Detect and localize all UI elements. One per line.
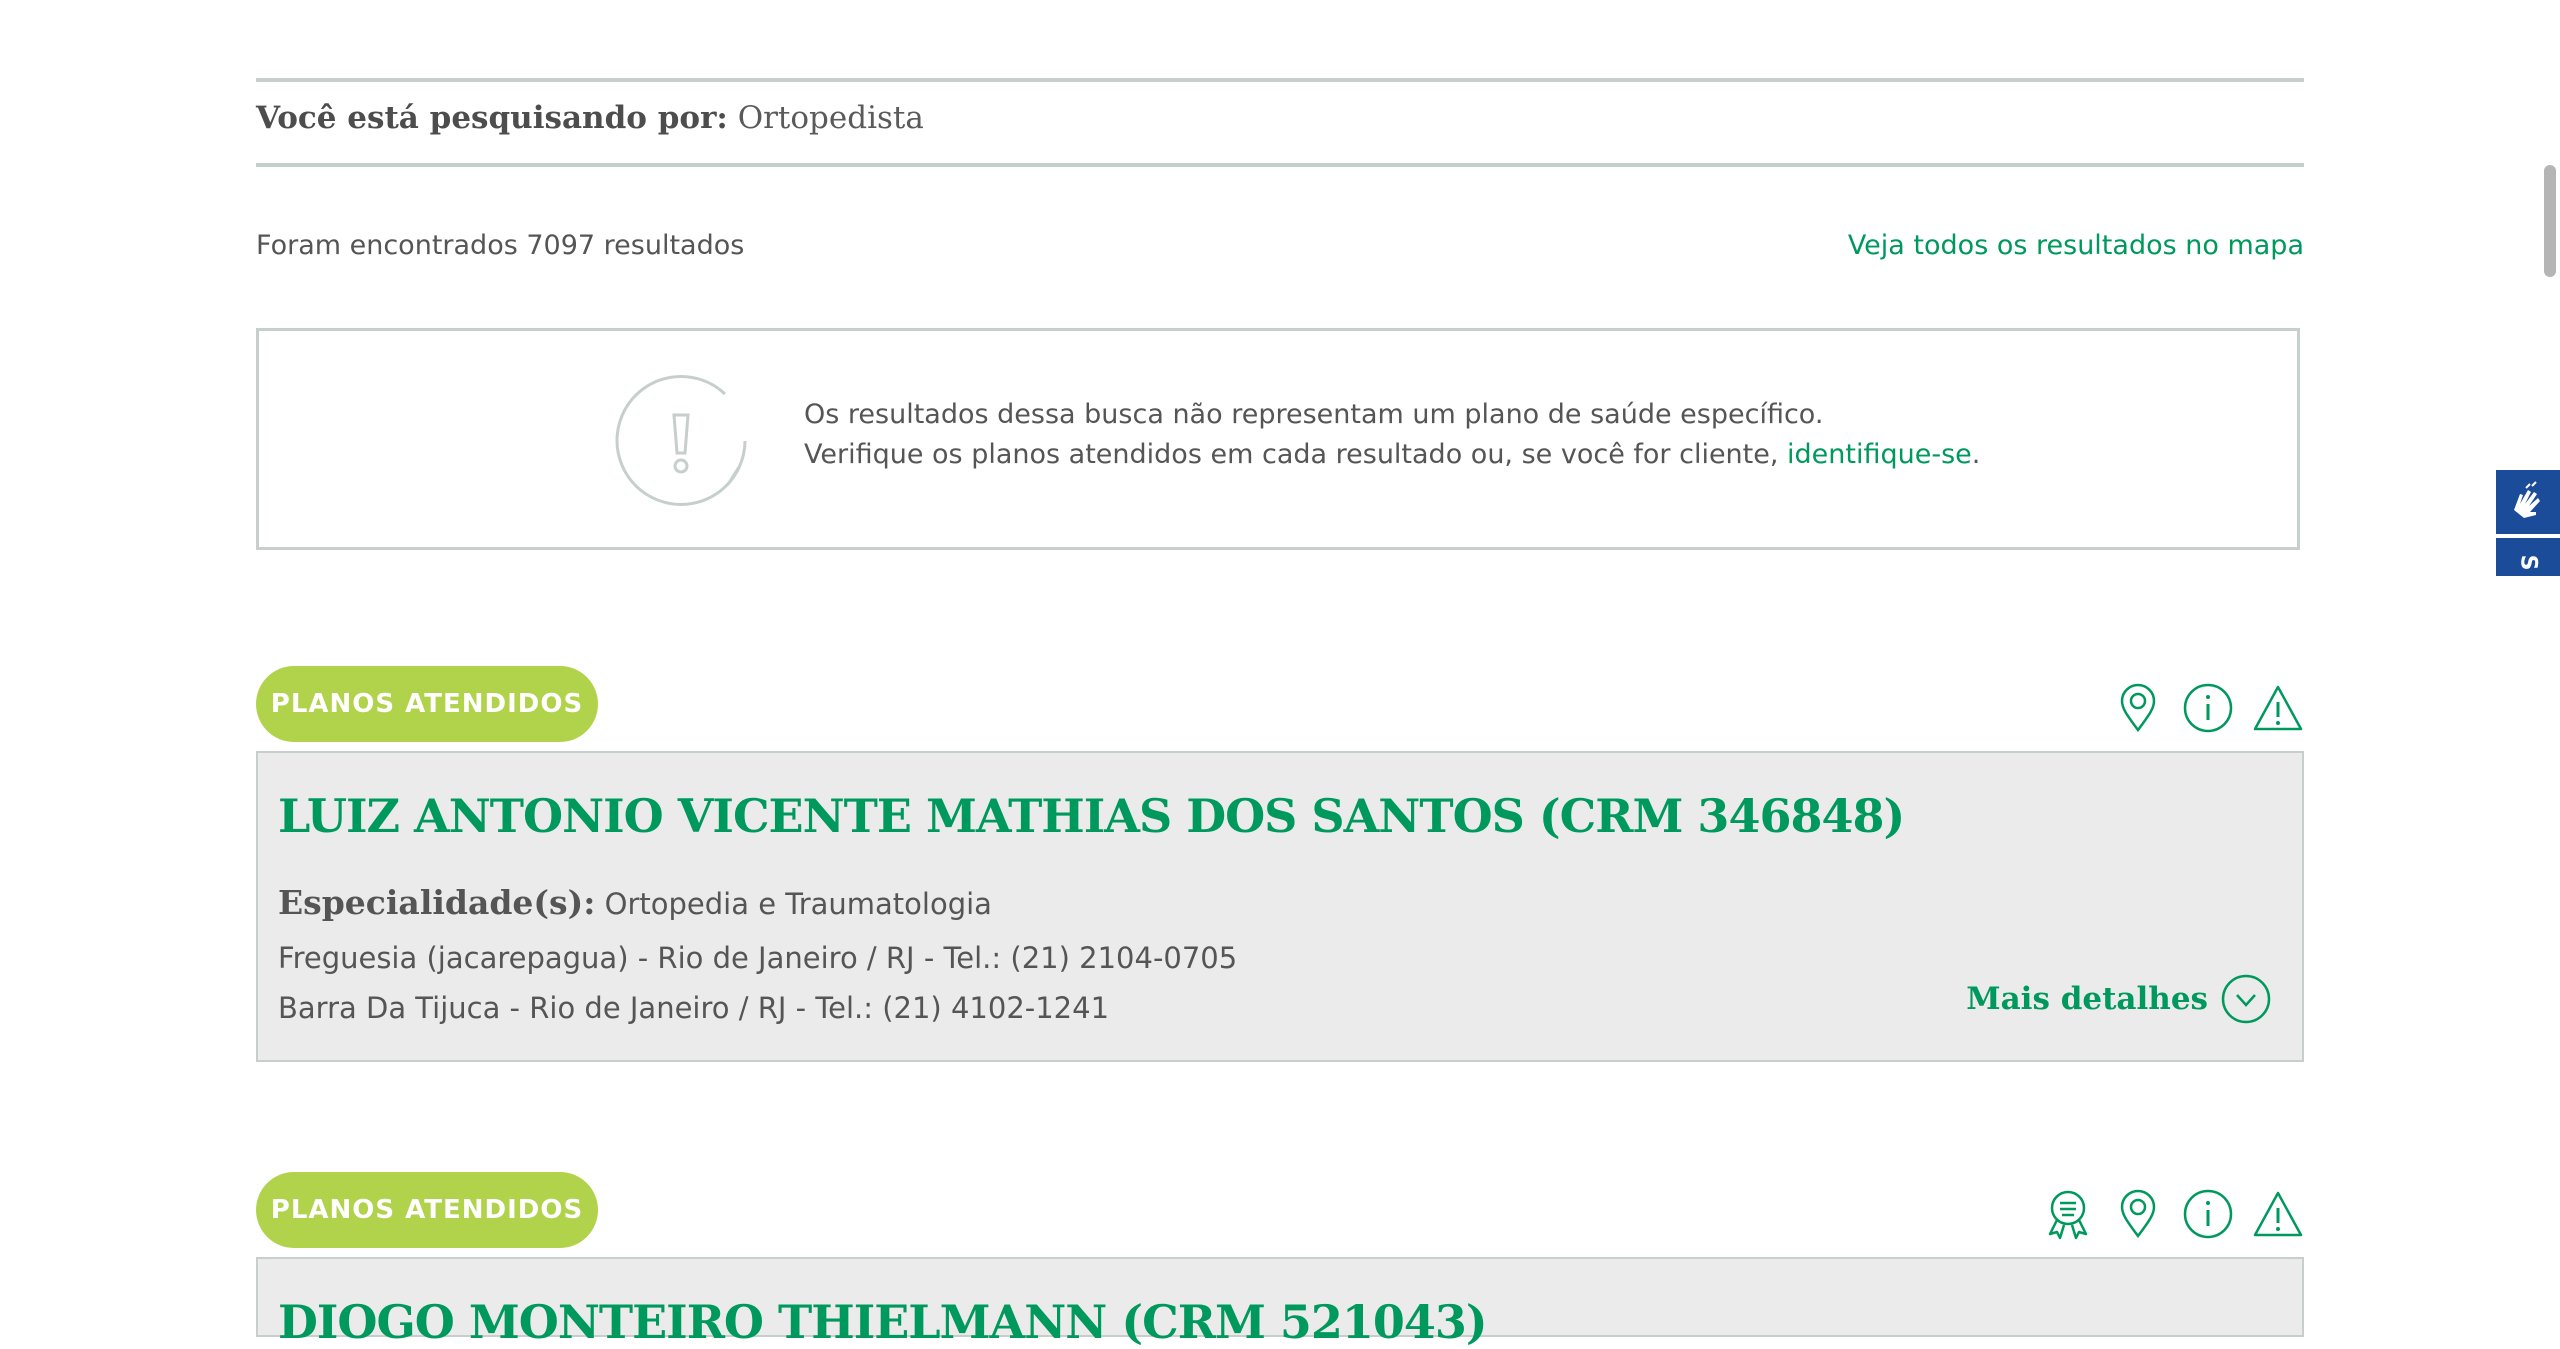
notice-line-1: Os resultados dessa busca não representa… [804, 399, 1824, 430]
search-summary: Você está pesquisando por: Ortopedista [256, 100, 924, 136]
provider-card: DIOGO MONTEIRO THIELMANN (CRM 521043) [256, 1257, 2304, 1349]
accessibility-tab[interactable]: S [2496, 538, 2560, 576]
notice-text: Os resultados dessa busca não representa… [804, 395, 1980, 475]
card-actions [2042, 1188, 2304, 1240]
card-actions [2112, 682, 2304, 734]
scrollbar-thumb[interactable] [2544, 165, 2556, 277]
address-line: Freguesia (jacarepagua) - Rio de Janeiro… [278, 941, 1238, 975]
more-details-label: Mais detalhes [1966, 981, 2208, 1017]
specialty-value: Ortopedia e Traumatologia [604, 887, 992, 921]
accessibility-tab-letter: S [2515, 554, 2541, 571]
chevron-down-icon [2221, 974, 2271, 1024]
identify-link[interactable]: identifique-se [1787, 439, 1972, 470]
address-line: Barra Da Tijuca - Rio de Janeiro / RJ - … [278, 991, 1110, 1025]
bottom-divider [256, 163, 2304, 167]
results-count: Foram encontrados 7097 resultados [256, 230, 745, 261]
info-icon[interactable] [2182, 682, 2234, 734]
exclamation-circle-icon [615, 375, 747, 506]
warning-icon[interactable] [2252, 1188, 2304, 1240]
provider-name: LUIZ ANTONIO VICENTE MATHIAS DOS SANTOS … [278, 789, 1905, 843]
provider-name: DIOGO MONTEIRO THIELMANN (CRM 521043) [278, 1295, 1488, 1349]
provider-card: LUIZ ANTONIO VICENTE MATHIAS DOS SANTOS … [256, 751, 2304, 1062]
specialty-label: Especialidade(s): [278, 883, 596, 922]
plan-notice-box: Os resultados dessa busca não representa… [256, 328, 2300, 550]
view-map-link[interactable]: Veja todos os resultados no mapa [1848, 230, 2304, 261]
notice-line-2: Verifique os planos atendidos em cada re… [804, 435, 1980, 475]
specialty-line: Especialidade(s): Ortopedia e Traumatolo… [278, 883, 992, 922]
map-pin-icon[interactable] [2112, 1188, 2164, 1240]
plans-button[interactable]: PLANOS ATENDIDOS [256, 666, 598, 742]
notice-line-2-text: Verifique os planos atendidos em cada re… [804, 439, 1788, 470]
plans-button[interactable]: PLANOS ATENDIDOS [256, 1172, 598, 1248]
more-details-button[interactable]: Mais detalhes [1966, 973, 2272, 1025]
info-icon[interactable] [2182, 1188, 2234, 1240]
top-divider [256, 78, 2304, 82]
map-pin-icon[interactable] [2112, 682, 2164, 734]
search-term: Ortopedista [737, 100, 924, 136]
search-label: Você está pesquisando por: [256, 100, 728, 136]
notice-line-2-end: . [1971, 439, 1981, 470]
sign-language-icon [2514, 481, 2540, 518]
warning-icon[interactable] [2252, 682, 2304, 734]
certificate-icon[interactable] [2042, 1188, 2094, 1240]
accessibility-button[interactable] [2496, 470, 2560, 534]
